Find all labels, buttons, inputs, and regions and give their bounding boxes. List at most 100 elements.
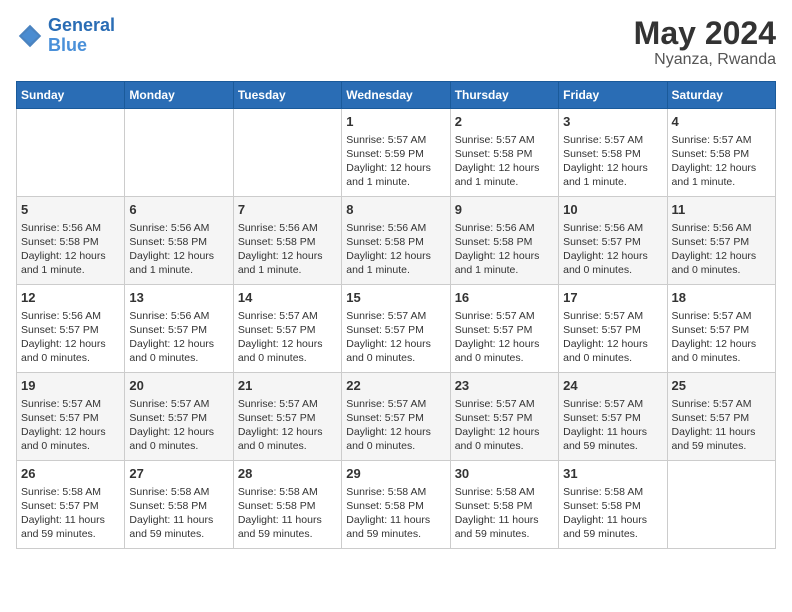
day-info: Sunrise: 5:57 AM Sunset: 5:57 PM Dayligh… (455, 397, 554, 454)
day-number: 3 (563, 113, 662, 131)
day-number: 29 (346, 465, 445, 483)
calendar-cell: 30Sunrise: 5:58 AM Sunset: 5:58 PM Dayli… (450, 461, 558, 549)
day-number: 12 (21, 289, 120, 307)
day-info: Sunrise: 5:57 AM Sunset: 5:59 PM Dayligh… (346, 133, 445, 190)
day-number: 23 (455, 377, 554, 395)
page-header: General Blue May 2024 Nyanza, Rwanda (16, 16, 776, 69)
calendar-cell: 14 Sunrise: 5:57 AM Sunset: 5:57 PM Dayli… (233, 285, 341, 373)
calendar-week-1: 1 Sunrise: 5:57 AM Sunset: 5:59 PM Daylig… (17, 109, 776, 197)
day-info: Sunrise: 5:56 AM Sunset: 5:58 PM Dayligh… (21, 221, 120, 278)
day-number: 27 (129, 465, 228, 483)
day-number: 10 (563, 201, 662, 219)
calendar-cell: 29 Sunrise: 5:58 AM Sunset: 5:58 PM Dayli… (342, 461, 450, 549)
day-number: 22 (346, 377, 445, 395)
day-info: Sunrise: 5:57 AM Sunset: 5:57 PM Dayligh… (563, 397, 662, 454)
header-friday: Friday (559, 82, 667, 109)
day-info: Sunrise: 5:57 AM Sunset: 5:57 PM Dayligh… (129, 397, 228, 454)
day-number: 8 (346, 201, 445, 219)
calendar-cell: 3 Sunrise: 5:57 AM Sunset: 5:58 PM Daylig… (559, 109, 667, 197)
title-block: May 2024 Nyanza, Rwanda (634, 16, 776, 69)
calendar-cell: 27 Sunrise: 5:58 AM Sunset: 5:58 PM Dayli… (125, 461, 233, 549)
location-subtitle: Nyanza, Rwanda (634, 51, 776, 69)
day-number: 16 (455, 289, 554, 307)
calendar-cell: 17 Sunrise: 5:57 AM Sunset: 5:57 PM Dayli… (559, 285, 667, 373)
calendar-week-2: 5 Sunrise: 5:56 AM Sunset: 5:58 PM Daylig… (17, 197, 776, 285)
day-info: Sunrise: 5:57 AM Sunset: 5:57 PM Dayligh… (563, 309, 662, 366)
day-number: 20 (129, 377, 228, 395)
calendar-cell: 15 Sunrise: 5:57 AM Sunset: 5:57 PM Dayli… (342, 285, 450, 373)
day-info: Sunrise: 5:57 AM Sunset: 5:57 PM Dayligh… (346, 397, 445, 454)
day-info: Sunrise: 5:57 AM Sunset: 5:57 PM Dayligh… (346, 309, 445, 366)
day-number: 17 (563, 289, 662, 307)
header-row: Sunday Monday Tuesday Wednesday Thursday… (17, 82, 776, 109)
calendar-cell: 26 Sunrise: 5:58 AM Sunset: 5:57 PM Dayli… (17, 461, 125, 549)
calendar-cell: 4Sunrise: 5:57 AM Sunset: 5:58 PM Daylig… (667, 109, 775, 197)
day-info: Sunrise: 5:58 AM Sunset: 5:58 PM Dayligh… (238, 485, 337, 542)
day-info: Sunrise: 5:58 AM Sunset: 5:57 PM Dayligh… (21, 485, 120, 542)
calendar-cell: 2Sunrise: 5:57 AM Sunset: 5:58 PM Daylig… (450, 109, 558, 197)
day-info: Sunrise: 5:57 AM Sunset: 5:58 PM Dayligh… (563, 133, 662, 190)
calendar-cell: 31 Sunrise: 5:58 AM Sunset: 5:58 PM Dayli… (559, 461, 667, 549)
calendar-cell (17, 109, 125, 197)
calendar-cell: 6 Sunrise: 5:56 AM Sunset: 5:58 PM Daylig… (125, 197, 233, 285)
day-info: Sunrise: 5:58 AM Sunset: 5:58 PM Dayligh… (129, 485, 228, 542)
day-number: 24 (563, 377, 662, 395)
day-info: Sunrise: 5:57 AM Sunset: 5:57 PM Dayligh… (672, 309, 771, 366)
calendar-cell: 19Sunrise: 5:57 AM Sunset: 5:57 PM Dayli… (17, 373, 125, 461)
day-number: 19 (21, 377, 120, 395)
day-number: 6 (129, 201, 228, 219)
day-info: Sunrise: 5:57 AM Sunset: 5:58 PM Dayligh… (455, 133, 554, 190)
day-info: Sunrise: 5:58 AM Sunset: 5:58 PM Dayligh… (346, 485, 445, 542)
day-info: Sunrise: 5:56 AM Sunset: 5:57 PM Dayligh… (129, 309, 228, 366)
calendar-cell: 24 Sunrise: 5:57 AM Sunset: 5:57 PM Dayli… (559, 373, 667, 461)
day-number: 14 (238, 289, 337, 307)
day-info: Sunrise: 5:58 AM Sunset: 5:58 PM Dayligh… (563, 485, 662, 542)
calendar-cell: 9 Sunrise: 5:56 AM Sunset: 5:58 PM Daylig… (450, 197, 558, 285)
calendar-header: Sunday Monday Tuesday Wednesday Thursday… (17, 82, 776, 109)
day-info: Sunrise: 5:56 AM Sunset: 5:58 PM Dayligh… (455, 221, 554, 278)
day-info: Sunrise: 5:57 AM Sunset: 5:57 PM Dayligh… (455, 309, 554, 366)
calendar-week-3: 12 Sunrise: 5:56 AM Sunset: 5:57 PM Dayli… (17, 285, 776, 373)
day-number: 5 (21, 201, 120, 219)
header-sunday: Sunday (17, 82, 125, 109)
day-number: 13 (129, 289, 228, 307)
calendar-body: 1 Sunrise: 5:57 AM Sunset: 5:59 PM Daylig… (17, 109, 776, 549)
calendar-cell: 10 Sunrise: 5:56 AM Sunset: 5:57 PM Dayli… (559, 197, 667, 285)
calendar-cell: 7 Sunrise: 5:56 AM Sunset: 5:58 PM Daylig… (233, 197, 341, 285)
day-number: 9 (455, 201, 554, 219)
calendar-cell: 22 Sunrise: 5:57 AM Sunset: 5:57 PM Dayli… (342, 373, 450, 461)
day-info: Sunrise: 5:56 AM Sunset: 5:58 PM Dayligh… (346, 221, 445, 278)
day-info: Sunrise: 5:57 AM Sunset: 5:57 PM Dayligh… (238, 397, 337, 454)
day-info: Sunrise: 5:56 AM Sunset: 5:58 PM Dayligh… (238, 221, 337, 278)
logo: General Blue (16, 16, 115, 56)
calendar-cell: 28Sunrise: 5:58 AM Sunset: 5:58 PM Dayli… (233, 461, 341, 549)
day-info: Sunrise: 5:57 AM Sunset: 5:57 PM Dayligh… (238, 309, 337, 366)
day-number: 30 (455, 465, 554, 483)
calendar-cell: 13 Sunrise: 5:56 AM Sunset: 5:57 PM Dayli… (125, 285, 233, 373)
day-number: 26 (21, 465, 120, 483)
calendar-cell: 1 Sunrise: 5:57 AM Sunset: 5:59 PM Daylig… (342, 109, 450, 197)
calendar-cell: 21 Sunrise: 5:57 AM Sunset: 5:57 PM Dayli… (233, 373, 341, 461)
header-saturday: Saturday (667, 82, 775, 109)
calendar-cell: 16 Sunrise: 5:57 AM Sunset: 5:57 PM Dayli… (450, 285, 558, 373)
header-tuesday: Tuesday (233, 82, 341, 109)
calendar-table: Sunday Monday Tuesday Wednesday Thursday… (16, 81, 776, 549)
logo-icon (16, 22, 44, 50)
day-info: Sunrise: 5:56 AM Sunset: 5:57 PM Dayligh… (563, 221, 662, 278)
calendar-cell: 12 Sunrise: 5:56 AM Sunset: 5:57 PM Dayli… (17, 285, 125, 373)
day-info: Sunrise: 5:56 AM Sunset: 5:57 PM Dayligh… (672, 221, 771, 278)
calendar-cell (233, 109, 341, 197)
day-number: 25 (672, 377, 771, 395)
calendar-cell: 11Sunrise: 5:56 AM Sunset: 5:57 PM Dayli… (667, 197, 775, 285)
day-number: 31 (563, 465, 662, 483)
day-number: 1 (346, 113, 445, 131)
day-info: Sunrise: 5:56 AM Sunset: 5:58 PM Dayligh… (129, 221, 228, 278)
calendar-cell: 18Sunrise: 5:57 AM Sunset: 5:57 PM Dayli… (667, 285, 775, 373)
header-monday: Monday (125, 82, 233, 109)
day-number: 21 (238, 377, 337, 395)
day-info: Sunrise: 5:56 AM Sunset: 5:57 PM Dayligh… (21, 309, 120, 366)
day-number: 15 (346, 289, 445, 307)
day-info: Sunrise: 5:57 AM Sunset: 5:58 PM Dayligh… (672, 133, 771, 190)
day-number: 7 (238, 201, 337, 219)
calendar-cell: 25Sunrise: 5:57 AM Sunset: 5:57 PM Dayli… (667, 373, 775, 461)
